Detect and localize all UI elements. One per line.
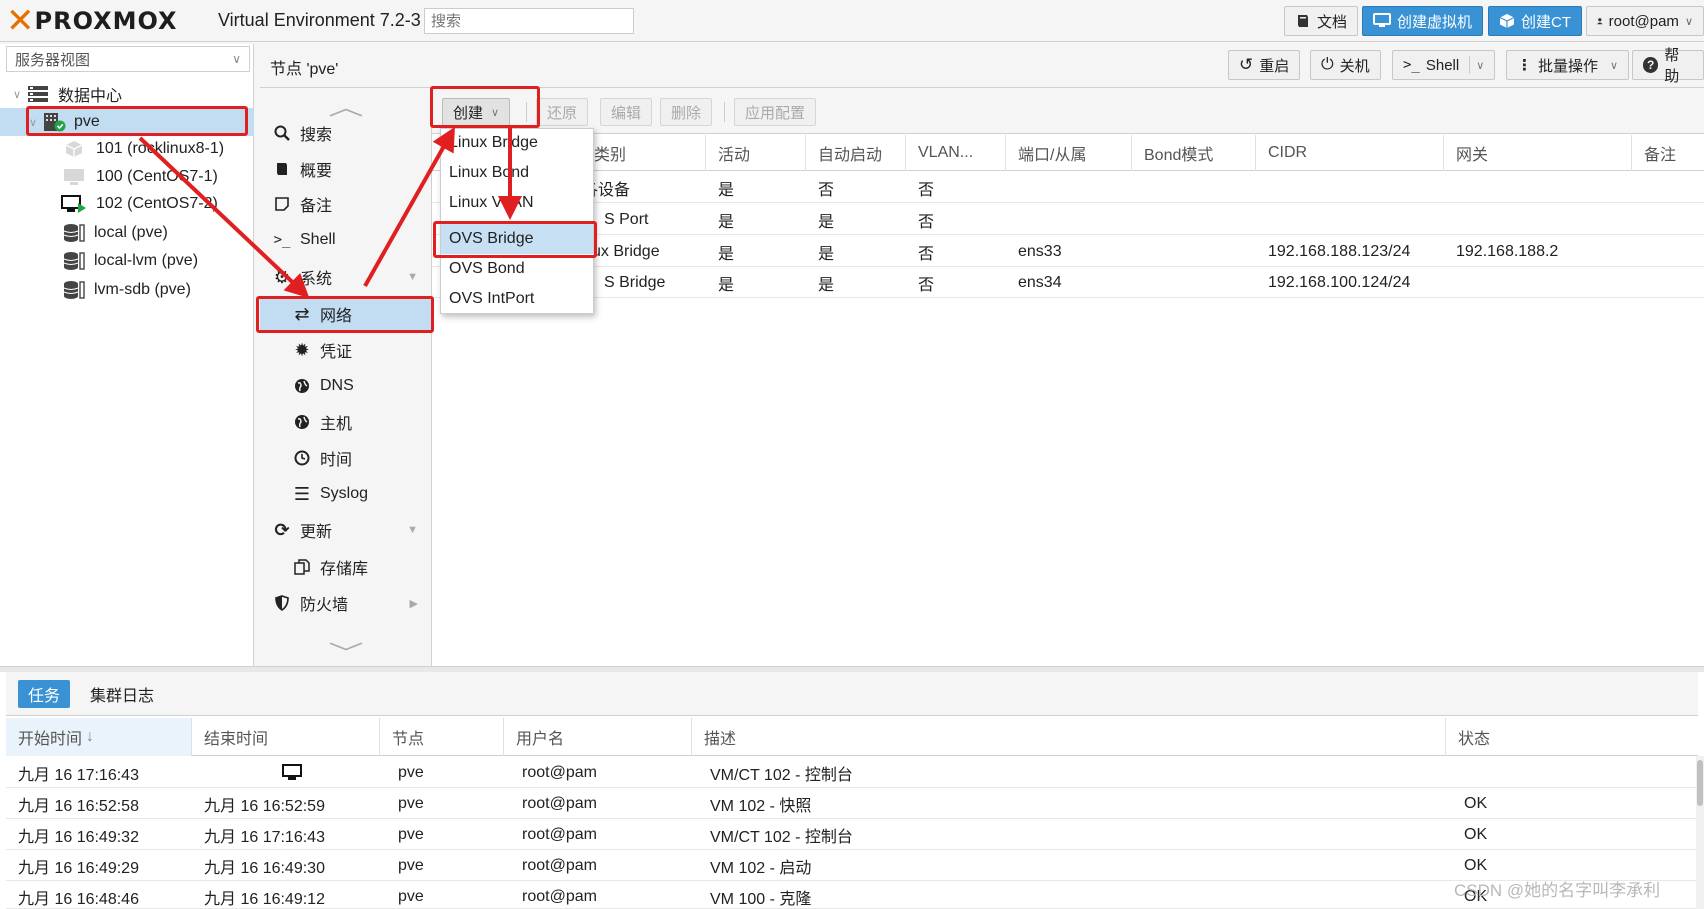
watermark-text: CSDN @她的名字叫李承利 (1454, 881, 1661, 900)
annotation-arrows (138, 126, 522, 299)
annotation-arrow (363, 126, 455, 287)
annotation-arrow (138, 136, 310, 299)
